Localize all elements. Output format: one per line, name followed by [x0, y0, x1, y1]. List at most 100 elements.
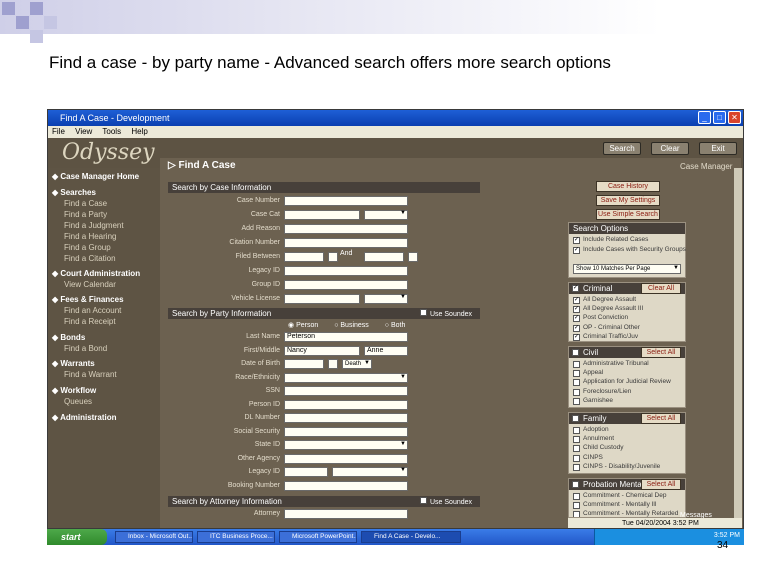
calendar-icon[interactable] — [328, 359, 338, 369]
nav-find-case[interactable]: Find a Case — [64, 199, 107, 208]
task-outlook[interactable]: Inbox - Microsoft Out... — [115, 531, 193, 543]
radio-person[interactable]: ◉ — [288, 322, 296, 329]
nav-find-party[interactable]: Find a Party — [64, 210, 107, 219]
party-field-input[interactable] — [284, 467, 328, 477]
search-button[interactable]: Search — [603, 142, 641, 155]
last-name-input[interactable]: Peterson — [284, 332, 408, 342]
maximize-icon[interactable]: □ — [713, 111, 726, 124]
category-item-checkbox[interactable]: ✓ — [573, 333, 580, 341]
middle-name-input[interactable]: Anne — [364, 345, 408, 356]
nav-find-hearing[interactable]: Find a Hearing — [64, 232, 116, 241]
category-item-checkbox[interactable] — [573, 493, 580, 500]
category-item-checkbox[interactable] — [573, 463, 580, 471]
category-item-checkbox[interactable] — [573, 388, 580, 396]
nav-bonds[interactable]: ◆ Bonds — [52, 333, 85, 342]
nav-view-calendar[interactable]: View Calendar — [64, 280, 116, 289]
select-all-button[interactable]: Select All — [641, 479, 681, 490]
include-related-checkbox[interactable]: ✓ — [573, 237, 580, 244]
menu-view[interactable]: View — [75, 127, 92, 136]
category-item-checkbox[interactable]: ✓ — [573, 306, 580, 314]
exit-button[interactable]: Exit — [699, 142, 737, 155]
category-checkbox[interactable] — [572, 415, 579, 422]
category-item-checkbox[interactable] — [573, 379, 580, 387]
nav-case-manager-home[interactable]: ◆ Case Manager Home — [52, 172, 139, 181]
party-field-input[interactable] — [284, 413, 408, 423]
include-security-checkbox[interactable]: ✓ — [573, 247, 580, 254]
category-item-checkbox[interactable] — [573, 427, 580, 434]
scrollbar[interactable] — [734, 168, 742, 518]
party-field-input[interactable] — [284, 372, 408, 383]
category-item-checkbox[interactable]: ✓ — [573, 315, 580, 323]
select-all-button[interactable]: Select All — [641, 347, 681, 358]
nav-find-receipt[interactable]: Find a Receipt — [64, 317, 116, 326]
case-field-input[interactable] — [284, 238, 408, 248]
nav-searches[interactable]: ◆ Searches — [52, 188, 96, 197]
dob-type-select[interactable]: Death — [342, 359, 372, 369]
menu-tools[interactable]: Tools — [102, 127, 121, 136]
category-checkbox[interactable] — [572, 481, 579, 488]
party-field-input[interactable] — [284, 440, 408, 450]
matches-per-page-select[interactable]: Show 10 Matches Per Page — [573, 264, 681, 274]
case-history-button[interactable]: Case History — [596, 181, 660, 192]
category-item-checkbox[interactable] — [573, 397, 580, 405]
party-field-input[interactable] — [284, 386, 408, 396]
nav-find-bond[interactable]: Find a Bond — [64, 344, 107, 353]
select-all-button[interactable]: Select All — [641, 413, 681, 424]
category-item-checkbox[interactable] — [573, 361, 580, 368]
category-item-checkbox[interactable]: ✓ — [573, 324, 580, 332]
menu-file[interactable]: File — [52, 127, 65, 136]
clear-button[interactable]: Clear — [651, 142, 689, 155]
case-manager-link[interactable]: Case Manager — [680, 162, 732, 171]
case-field-select[interactable] — [364, 294, 408, 304]
party-field-input[interactable] — [284, 480, 408, 491]
category-checkbox[interactable]: ✓ — [572, 285, 579, 292]
party-field-input[interactable] — [284, 399, 408, 410]
attorney-soundex[interactable]: Use Soundex — [420, 497, 472, 506]
task-powerpoint[interactable]: Microsoft PowerPoint... — [279, 531, 357, 543]
category-item-checkbox[interactable] — [573, 436, 580, 444]
nav-workflow[interactable]: ◆ Workflow — [52, 386, 96, 395]
nav-find-judgment[interactable]: Find a Judgment — [64, 221, 124, 230]
party-field-input[interactable] — [284, 453, 408, 464]
menu-help[interactable]: Help — [131, 127, 147, 136]
party-soundex[interactable]: Use Soundex — [420, 309, 472, 318]
category-item-checkbox[interactable] — [573, 511, 580, 517]
nav-administration[interactable]: ◆ Administration — [52, 413, 117, 422]
nav-find-group[interactable]: Find a Group — [64, 243, 111, 252]
nav-warrants[interactable]: ◆ Warrants — [52, 359, 95, 368]
category-item-checkbox[interactable] — [573, 445, 580, 453]
case-field-input[interactable] — [284, 280, 408, 290]
first-name-input[interactable]: Nancy — [284, 345, 360, 356]
case-field-select[interactable] — [364, 210, 408, 220]
nav-court-administration[interactable]: ◆ Court Administration — [52, 269, 140, 278]
category-item-checkbox[interactable]: ✓ — [573, 297, 580, 304]
case-field-input[interactable] — [284, 266, 408, 276]
case-field-input[interactable] — [284, 252, 324, 262]
party-field-input[interactable] — [284, 359, 324, 369]
calendar-icon[interactable] — [328, 252, 338, 262]
start-button[interactable]: start — [47, 529, 107, 545]
nav-find-citation[interactable]: Find a Citation — [64, 254, 116, 263]
minimize-icon[interactable]: _ — [698, 111, 711, 124]
category-item-checkbox[interactable] — [573, 502, 580, 510]
case-field-input[interactable] — [284, 196, 408, 206]
attorney-input[interactable] — [284, 509, 408, 519]
category-item-checkbox[interactable] — [573, 370, 580, 378]
other-agency-select[interactable] — [332, 467, 408, 477]
case-field-input[interactable] — [284, 294, 360, 304]
attorney-soundex-checkbox[interactable] — [420, 497, 427, 504]
save-settings-button[interactable]: Save My Settings — [596, 195, 660, 206]
category-item-checkbox[interactable] — [573, 454, 580, 462]
close-icon[interactable]: ✕ — [728, 111, 741, 124]
case-field-input[interactable] — [364, 252, 404, 262]
clear-all-button[interactable]: Clear All — [641, 283, 681, 294]
calendar-icon[interactable] — [408, 252, 418, 262]
nav-find-warrant[interactable]: Find a Warrant — [64, 370, 117, 379]
case-field-input[interactable] — [284, 210, 360, 220]
task-itc[interactable]: ITC Business Proce... — [197, 531, 275, 543]
case-field-input[interactable] — [284, 224, 408, 234]
nav-find-account[interactable]: Find an Account — [64, 306, 121, 315]
category-checkbox[interactable] — [572, 349, 579, 356]
simple-search-button[interactable]: Use Simple Search — [596, 209, 660, 220]
nav-queues[interactable]: Queues — [64, 397, 92, 406]
